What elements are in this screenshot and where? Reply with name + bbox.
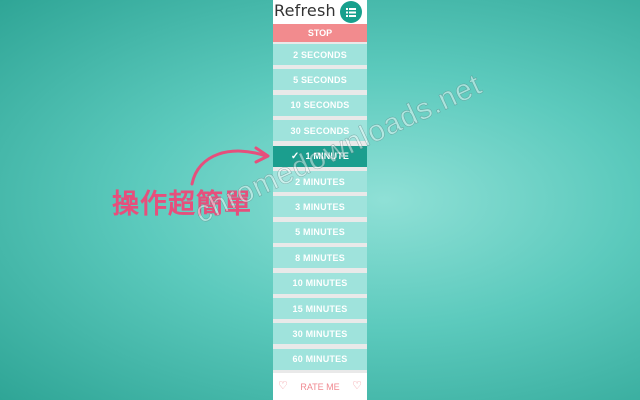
interval-label: 10 MINUTES: [292, 278, 348, 289]
interval-option[interactable]: 2 SECONDS: [273, 44, 367, 65]
interval-option[interactable]: 5 MINUTES: [273, 221, 367, 243]
interval-option[interactable]: 15 MINUTES: [273, 298, 367, 319]
stop-button[interactable]: STOP: [273, 24, 367, 42]
menu-button[interactable]: [340, 1, 362, 23]
interval-option[interactable]: 8 MINUTES: [273, 247, 367, 269]
rate-me-button[interactable]: ♡ RATE ME ♡: [273, 373, 367, 400]
interval-label: 15 MINUTES: [292, 303, 348, 314]
heart-icon: ♡: [352, 380, 362, 392]
interval-option[interactable]: 30 MINUTES: [273, 323, 367, 345]
interval-label: 8 MINUTES: [295, 252, 345, 263]
interval-label: 2 SECONDS: [293, 49, 347, 60]
interval-option[interactable]: 5 SECONDS: [273, 69, 367, 91]
interval-option[interactable]: 10 SECONDS: [273, 94, 367, 116]
interval-option[interactable]: 3 MINUTES: [273, 196, 367, 218]
popup-header: Refresh: [273, 0, 367, 24]
interval-option[interactable]: 60 MINUTES: [273, 348, 367, 370]
stop-label: STOP: [307, 28, 333, 38]
interval-option[interactable]: 10 MINUTES: [273, 272, 367, 294]
interval-label: 5 MINUTES: [295, 227, 345, 238]
interval-label: 10 SECONDS: [290, 100, 350, 111]
interval-label: 3 MINUTES: [295, 201, 345, 212]
interval-label: 60 MINUTES: [292, 354, 348, 365]
refresh-popup: Refresh STOP 2 SECONDS 5 SECONDS 10 SECOND…: [273, 0, 367, 400]
heart-icon: ♡: [278, 380, 288, 392]
interval-label: 30 MINUTES: [292, 328, 348, 339]
app-title: Refresh: [274, 1, 336, 20]
rate-me-label: RATE ME: [300, 381, 340, 392]
list-icon: [346, 7, 356, 17]
interval-label: 5 SECONDS: [293, 74, 347, 85]
